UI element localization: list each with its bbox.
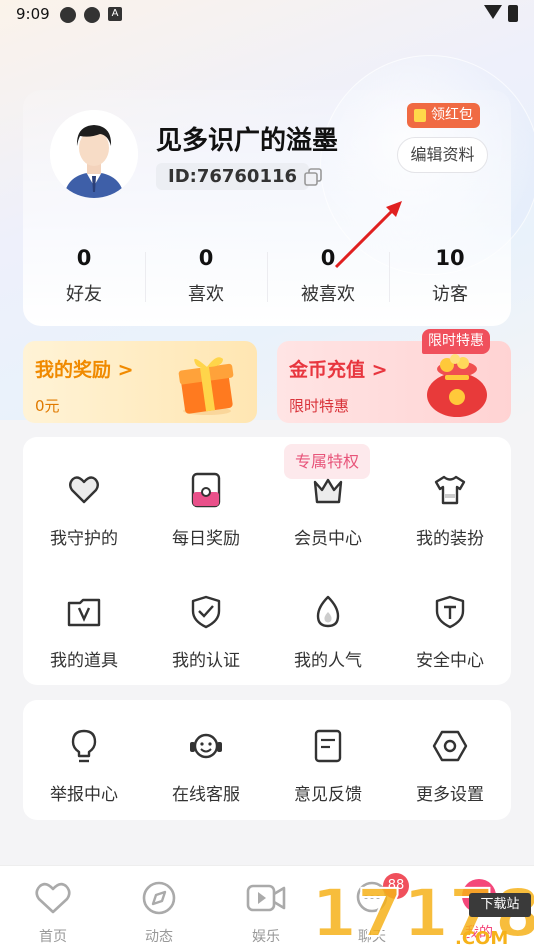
avatar[interactable] <box>50 110 138 198</box>
props-icon <box>67 598 101 627</box>
grid-label: 举报中心 <box>50 785 118 805</box>
app-notification-icon: A <box>108 7 122 21</box>
compass-icon <box>142 881 176 915</box>
grid-label: 我的认证 <box>172 651 240 671</box>
grid-label: 安全中心 <box>416 651 484 671</box>
status-bar: 9:09 A <box>0 0 534 30</box>
grid-item-settings[interactable]: 更多设置 <box>389 728 511 805</box>
grid-label: 我的人气 <box>294 651 362 671</box>
user-id: ID:76760116 <box>156 163 310 190</box>
coin-recharge-subtitle: 限时特惠 <box>289 397 350 415</box>
grid-label: 意见反馈 <box>294 785 362 805</box>
nav-home[interactable]: 首页 <box>13 880 93 946</box>
grid-item-customer-service[interactable]: 在线客服 <box>145 728 267 805</box>
red-packet-label: 领红包 <box>431 107 473 123</box>
edit-profile-button[interactable]: 编辑资料 <box>397 137 488 173</box>
coin-recharge-title: 金币充值 > <box>289 359 388 381</box>
watermark-site-label: 下载站 <box>469 893 531 917</box>
nav-entertainment[interactable]: 娱乐 <box>226 880 306 946</box>
gift-box-icon <box>178 357 234 415</box>
nav-feed[interactable]: 动态 <box>119 880 199 946</box>
stat-label: 好友 <box>66 284 102 305</box>
wifi-icon <box>484 5 502 19</box>
stat-label: 访客 <box>432 284 468 305</box>
grid-label: 会员中心 <box>294 529 362 549</box>
crown-icon <box>313 478 343 504</box>
shield-check-icon <box>191 595 221 629</box>
stat-likes[interactable]: 0 喜欢 <box>145 240 267 314</box>
feedback-icon <box>314 729 342 763</box>
grid-item-security[interactable]: 安全中心 <box>389 594 511 671</box>
red-packet-tag[interactable]: 领红包 <box>407 103 480 128</box>
security-icon <box>435 595 465 629</box>
grid-label: 我的装扮 <box>416 529 484 549</box>
stat-value: 0 <box>320 246 336 270</box>
headset-icon <box>190 733 222 759</box>
grid-item-props[interactable]: 我的道具 <box>23 594 145 671</box>
grid-item-guarded[interactable]: 我守护的 <box>23 472 145 549</box>
my-rewards-card[interactable]: 我的奖励 > 0元 <box>23 341 257 423</box>
grid-item-dressup[interactable]: 我的装扮 <box>389 472 511 549</box>
nav-label: 动态 <box>145 929 173 945</box>
bottom-nav: 首页 动态 娱乐 聊天 我的 <box>0 865 534 950</box>
stat-value: 0 <box>76 246 92 270</box>
grid-label: 更多设置 <box>416 785 484 805</box>
battery-icon <box>508 5 518 22</box>
grid-item-daily-reward[interactable]: 每日奖励 <box>145 472 267 549</box>
stat-value: 0 <box>198 246 214 270</box>
notification-icon <box>60 7 76 23</box>
flame-icon <box>316 595 340 628</box>
stat-value: 10 <box>435 246 465 270</box>
stat-label: 喜欢 <box>188 284 224 305</box>
my-rewards-amount: 0元 <box>35 397 60 415</box>
grid-label: 每日奖励 <box>172 529 240 549</box>
stat-friends[interactable]: 0 好友 <box>23 240 145 314</box>
copy-icon[interactable] <box>303 167 323 187</box>
nav-label: 聊天 <box>358 929 386 945</box>
shirt-icon <box>434 475 466 505</box>
grid-label: 在线客服 <box>172 785 240 805</box>
notification-icon <box>84 7 100 23</box>
stat-liked-by[interactable]: 0 被喜欢 <box>267 240 389 314</box>
username: 见多识广的溢墨 <box>156 126 339 156</box>
stat-visitors[interactable]: 10 访客 <box>389 240 511 314</box>
grid-item-feedback[interactable]: 意见反馈 <box>267 728 389 805</box>
grid-item-vip-center[interactable]: 会员中心 <box>267 472 389 549</box>
daily-reward-icon <box>191 472 221 508</box>
nav-label: 首页 <box>39 929 67 945</box>
limited-offer-tag: 限时特惠 <box>422 329 490 354</box>
nav-label: 我的 <box>465 925 493 941</box>
settings-icon <box>432 730 468 762</box>
coin-bag-icon <box>427 354 487 417</box>
my-rewards-title: 我的奖励 > <box>35 359 134 381</box>
video-icon <box>246 884 286 912</box>
unread-badge: 88 <box>383 873 409 899</box>
nav-label: 娱乐 <box>252 929 280 945</box>
grid-item-popularity[interactable]: 我的人气 <box>267 594 389 671</box>
status-time: 9:09 <box>16 5 50 23</box>
red-packet-icon <box>414 109 426 122</box>
heart-icon <box>69 476 99 504</box>
grid-item-report[interactable]: 举报中心 <box>23 728 145 805</box>
grid-item-verification[interactable]: 我的认证 <box>145 594 267 671</box>
grid-label: 我守护的 <box>50 529 118 549</box>
lightbulb-icon <box>71 729 97 763</box>
stats-row: 0 好友 0 喜欢 0 被喜欢 10 访客 <box>23 240 511 310</box>
stat-label: 被喜欢 <box>301 284 355 305</box>
heart-icon <box>35 882 71 914</box>
grid-label: 我的道具 <box>50 651 118 671</box>
